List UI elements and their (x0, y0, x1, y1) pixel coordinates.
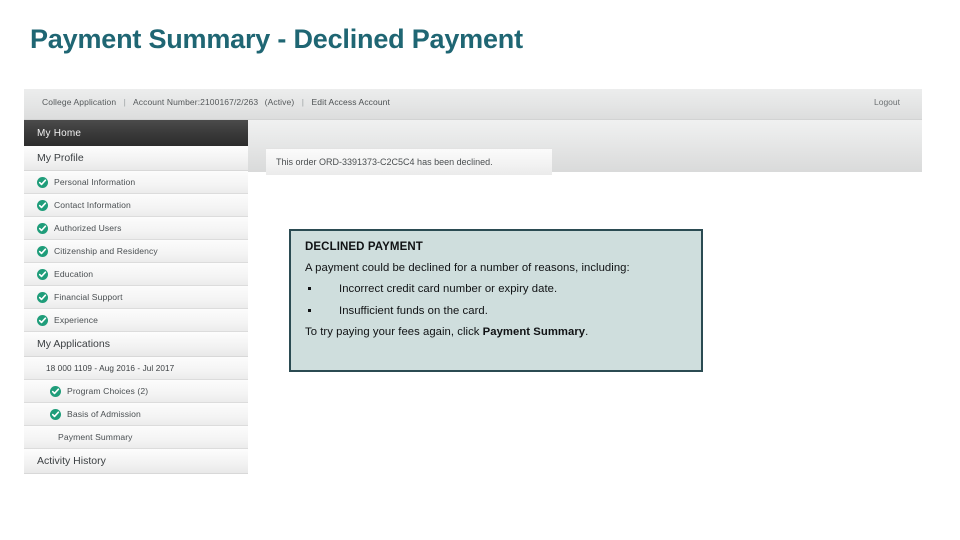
declined-payment-callout: DECLINED PAYMENT A payment could be decl… (289, 229, 703, 372)
page-title: Payment Summary - Declined Payment (30, 24, 523, 54)
sidebar-nav: My Home My Profile Personal Information … (24, 120, 248, 474)
callout-footer-suffix: . (585, 325, 589, 338)
check-circle-icon (37, 314, 48, 326)
bullet-icon (308, 287, 311, 291)
app-name-label: College Application (42, 97, 117, 107)
declined-message-banner: This order ORD-3391373-C2C5C4 has been d… (266, 148, 552, 175)
callout-title: DECLINED PAYMENT (305, 241, 423, 253)
slide-canvas: Payment Summary - Declined Payment Colle… (0, 0, 960, 540)
sidebar-item-label: Citizenship and Residency (54, 246, 158, 256)
account-number-label: Account Number:2100167/2/263 (132, 97, 259, 107)
account-status-label: (Active) (264, 97, 295, 107)
list-item-label: Insufficient funds on the card. (339, 305, 488, 318)
sidebar-group-activity-history[interactable]: Activity History (24, 449, 248, 474)
sidebar-item-authorized-users[interactable]: Authorized Users (24, 217, 248, 240)
sidebar-item-label: Contact Information (54, 200, 131, 210)
sidebar-item-label: Education (54, 269, 94, 279)
sidebar-item-payment-summary[interactable]: Payment Summary (24, 426, 248, 449)
check-circle-icon (37, 245, 48, 257)
app-top-bar: College Application | Account Number:210… (24, 89, 922, 120)
callout-reason-list: Incorrect credit card number or expiry d… (305, 282, 687, 318)
sidebar-item-experience[interactable]: Experience (24, 309, 248, 332)
sidebar-application-number[interactable]: 18 000 1109 - Aug 2016 - Jul 2017 (24, 357, 248, 380)
sidebar-group-my-applications[interactable]: My Applications (24, 332, 248, 357)
check-circle-icon (37, 176, 48, 188)
list-item: Insufficient funds on the card. (305, 304, 687, 319)
sidebar-item-education[interactable]: Education (24, 263, 248, 286)
callout-footer-link: Payment Summary (482, 325, 586, 338)
check-circle-icon (50, 385, 61, 397)
list-item: Incorrect credit card number or expiry d… (305, 282, 687, 297)
edit-access-account-link[interactable]: Edit Access Account (312, 97, 390, 107)
content-header-band: This order ORD-3391373-C2C5C4 has been d… (248, 120, 922, 175)
sidebar-item-citizenship-and-residency[interactable]: Citizenship and Residency (24, 240, 248, 263)
sidebar-item-label: Personal Information (54, 177, 136, 187)
callout-footer-text: To try paying your fees again, click Pay… (305, 326, 687, 338)
logout-link[interactable]: Logout (874, 97, 900, 107)
check-circle-icon (37, 291, 48, 303)
sidebar-item-my-home[interactable]: My Home (24, 120, 248, 146)
sidebar-group-my-profile[interactable]: My Profile (24, 146, 248, 171)
check-circle-icon (50, 408, 61, 420)
sidebar-item-label: Experience (54, 315, 98, 325)
list-item-label: Incorrect credit card number or expiry d… (339, 283, 558, 296)
breadcrumb-separator-1: | (123, 97, 126, 107)
bullet-icon (308, 309, 311, 313)
check-circle-icon (37, 222, 48, 234)
check-circle-icon (37, 268, 48, 280)
callout-footer-prefix: To try paying your fees again, click (305, 325, 483, 338)
check-circle-icon (37, 199, 48, 211)
sidebar-item-program-choices[interactable]: Program Choices (2) (24, 380, 248, 403)
sidebar-item-label: Program Choices (2) (67, 386, 149, 396)
callout-intro-text: A payment could be declined for a number… (305, 262, 630, 274)
sidebar-item-label: Basis of Admission (67, 409, 141, 419)
sidebar-item-label: Financial Support (54, 292, 123, 302)
breadcrumb-separator-2: | (301, 97, 305, 107)
sidebar-item-personal-information[interactable]: Personal Information (24, 171, 248, 194)
sidebar-item-label: Authorized Users (54, 223, 122, 233)
top-bar-breadcrumb: College Application | Account Number:210… (42, 97, 390, 107)
sidebar-item-basis-of-admission[interactable]: Basis of Admission (24, 403, 248, 426)
sidebar-item-contact-information[interactable]: Contact Information (24, 194, 248, 217)
sidebar-item-financial-support[interactable]: Financial Support (24, 286, 248, 309)
